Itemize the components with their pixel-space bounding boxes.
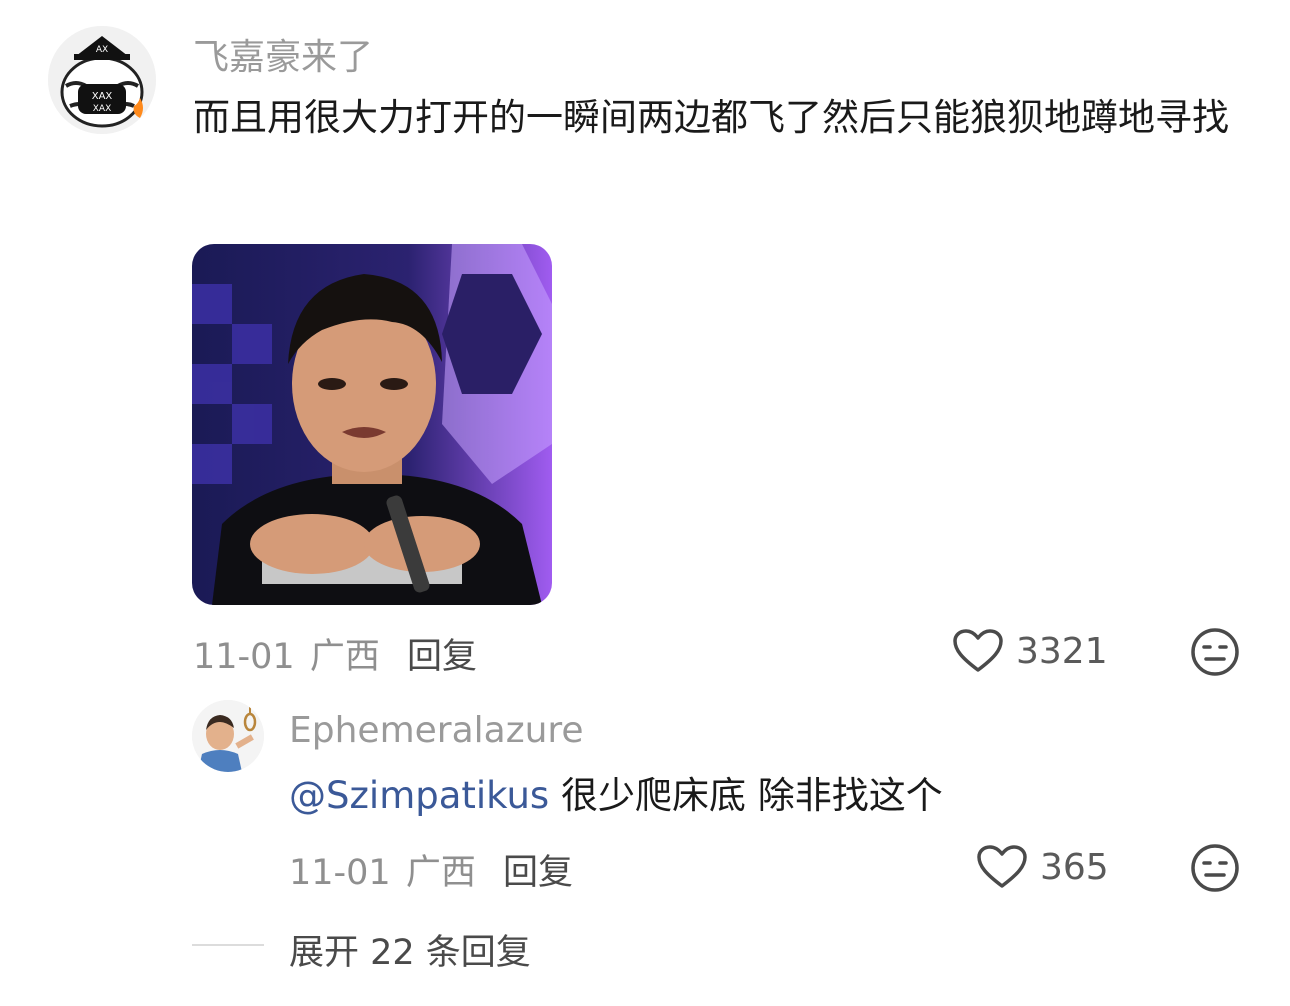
svg-text:AX: AX xyxy=(96,45,108,55)
comment-meta: 11-01 广西 xyxy=(193,628,380,679)
meh-face-icon xyxy=(1191,844,1239,892)
comment-date: 11-01 xyxy=(193,637,295,677)
reply-like-count: 365 xyxy=(1040,847,1109,888)
mention-link[interactable]: @Szimpatikus xyxy=(289,774,549,817)
avatar[interactable]: AX XAX XAX xyxy=(48,26,156,134)
svg-text:XAX: XAX xyxy=(92,91,113,102)
reply-like-button[interactable] xyxy=(976,844,1028,890)
comment-location: 广西 xyxy=(309,637,380,677)
reply-text-line: @Szimpatikus 很少爬床底 除非找这个 xyxy=(289,764,1239,828)
reply-button[interactable]: 回复 xyxy=(407,628,477,679)
reply-meta: 11-01 广西 xyxy=(289,844,476,895)
heart-outline-icon xyxy=(977,845,1027,888)
reply-avatar[interactable] xyxy=(192,700,264,772)
like-button[interactable] xyxy=(952,628,1004,674)
comment-username[interactable]: 飞嘉豪来了 xyxy=(193,28,373,80)
divider xyxy=(192,944,264,946)
reply-username[interactable]: Ephemeralazure xyxy=(289,710,584,751)
reply-text: 很少爬床底 除非找这个 xyxy=(549,774,943,817)
svg-text:XAX: XAX xyxy=(93,104,112,114)
reply-reply-button[interactable]: 回复 xyxy=(503,844,573,895)
heart-outline-icon xyxy=(953,629,1003,672)
reply-dislike-button[interactable] xyxy=(1189,842,1241,894)
meh-face-icon xyxy=(1191,628,1239,676)
meme-image[interactable] xyxy=(192,244,552,605)
reply-location: 广西 xyxy=(405,853,476,893)
like-count: 3321 xyxy=(1016,631,1108,672)
comment-text: 而且用很大力打开的一瞬间两边都飞了然后只能狼狈地蹲地寻找 xyxy=(193,96,1229,139)
expand-replies-button[interactable]: 展开 22 条回复 xyxy=(289,924,531,975)
reply-date: 11-01 xyxy=(289,853,391,893)
dislike-button[interactable] xyxy=(1189,626,1241,678)
